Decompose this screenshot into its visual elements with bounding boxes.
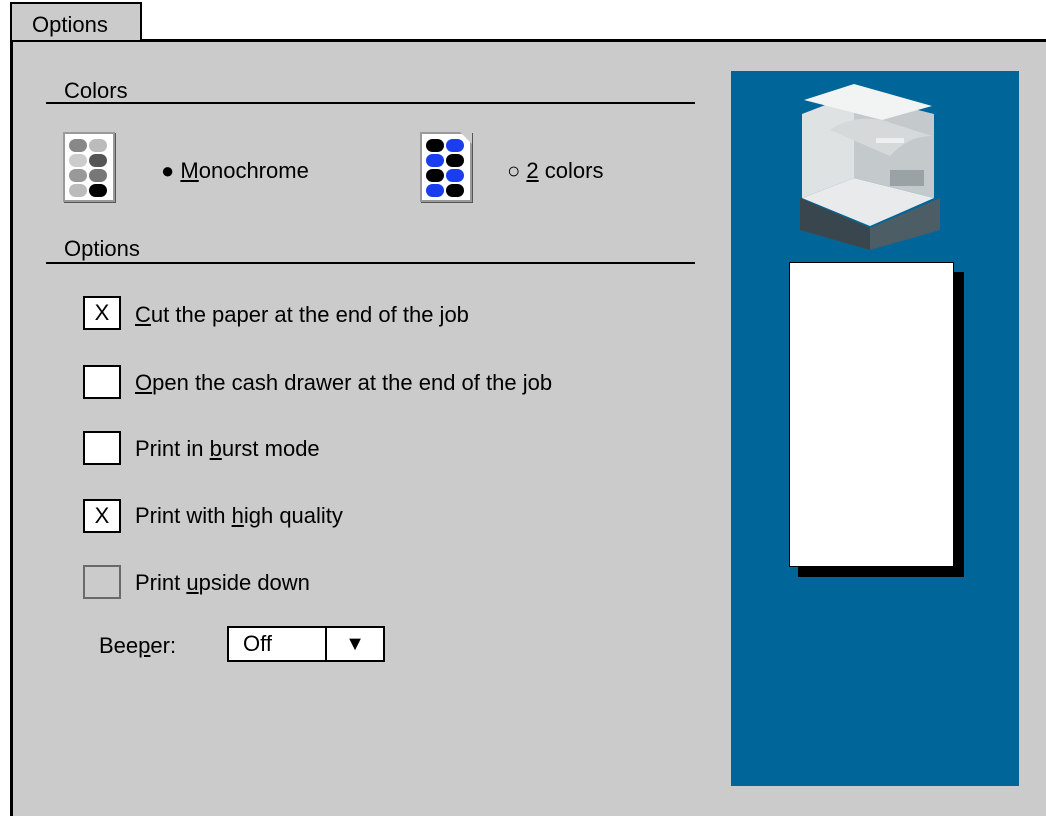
beeper-select-value: Off — [243, 631, 272, 656]
cut-paper-label[interactable]: Cut the paper at the end of the job — [135, 302, 469, 328]
printer-icon — [800, 84, 940, 250]
upside-down-label[interactable]: Print upside down — [135, 570, 310, 596]
cut-paper-checkbox[interactable]: X — [83, 296, 121, 330]
high-quality-checkbox[interactable]: X — [83, 499, 121, 533]
upside-down-checkbox[interactable] — [83, 565, 121, 599]
two-colors-radio[interactable]: ○ 2 colors — [507, 158, 603, 184]
two-color-palette-icon[interactable] — [420, 132, 472, 202]
options-section-divider — [46, 262, 695, 264]
chevron-down-icon[interactable]: ▼ — [325, 628, 383, 660]
tab-options-label: Options — [32, 12, 108, 37]
monochrome-radio[interactable]: ● Monochrome — [161, 158, 309, 184]
burst-mode-checkbox[interactable] — [83, 431, 121, 465]
high-quality-label[interactable]: Print with high quality — [135, 503, 343, 529]
options-section-title: Options — [64, 236, 140, 261]
colors-section-title: Colors — [64, 78, 128, 103]
beeper-select[interactable]: Off ▼ — [227, 626, 385, 662]
colors-section-divider — [46, 102, 695, 104]
open-cash-drawer-label[interactable]: Open the cash drawer at the end of the j… — [135, 370, 552, 396]
burst-mode-label[interactable]: Print in burst mode — [135, 436, 320, 462]
monochrome-palette-icon[interactable] — [63, 132, 115, 202]
paper-preview — [789, 262, 954, 567]
beeper-label: Beeper: — [99, 633, 177, 658]
tab-options[interactable]: Options — [10, 2, 142, 40]
open-cash-drawer-checkbox[interactable] — [83, 365, 121, 399]
